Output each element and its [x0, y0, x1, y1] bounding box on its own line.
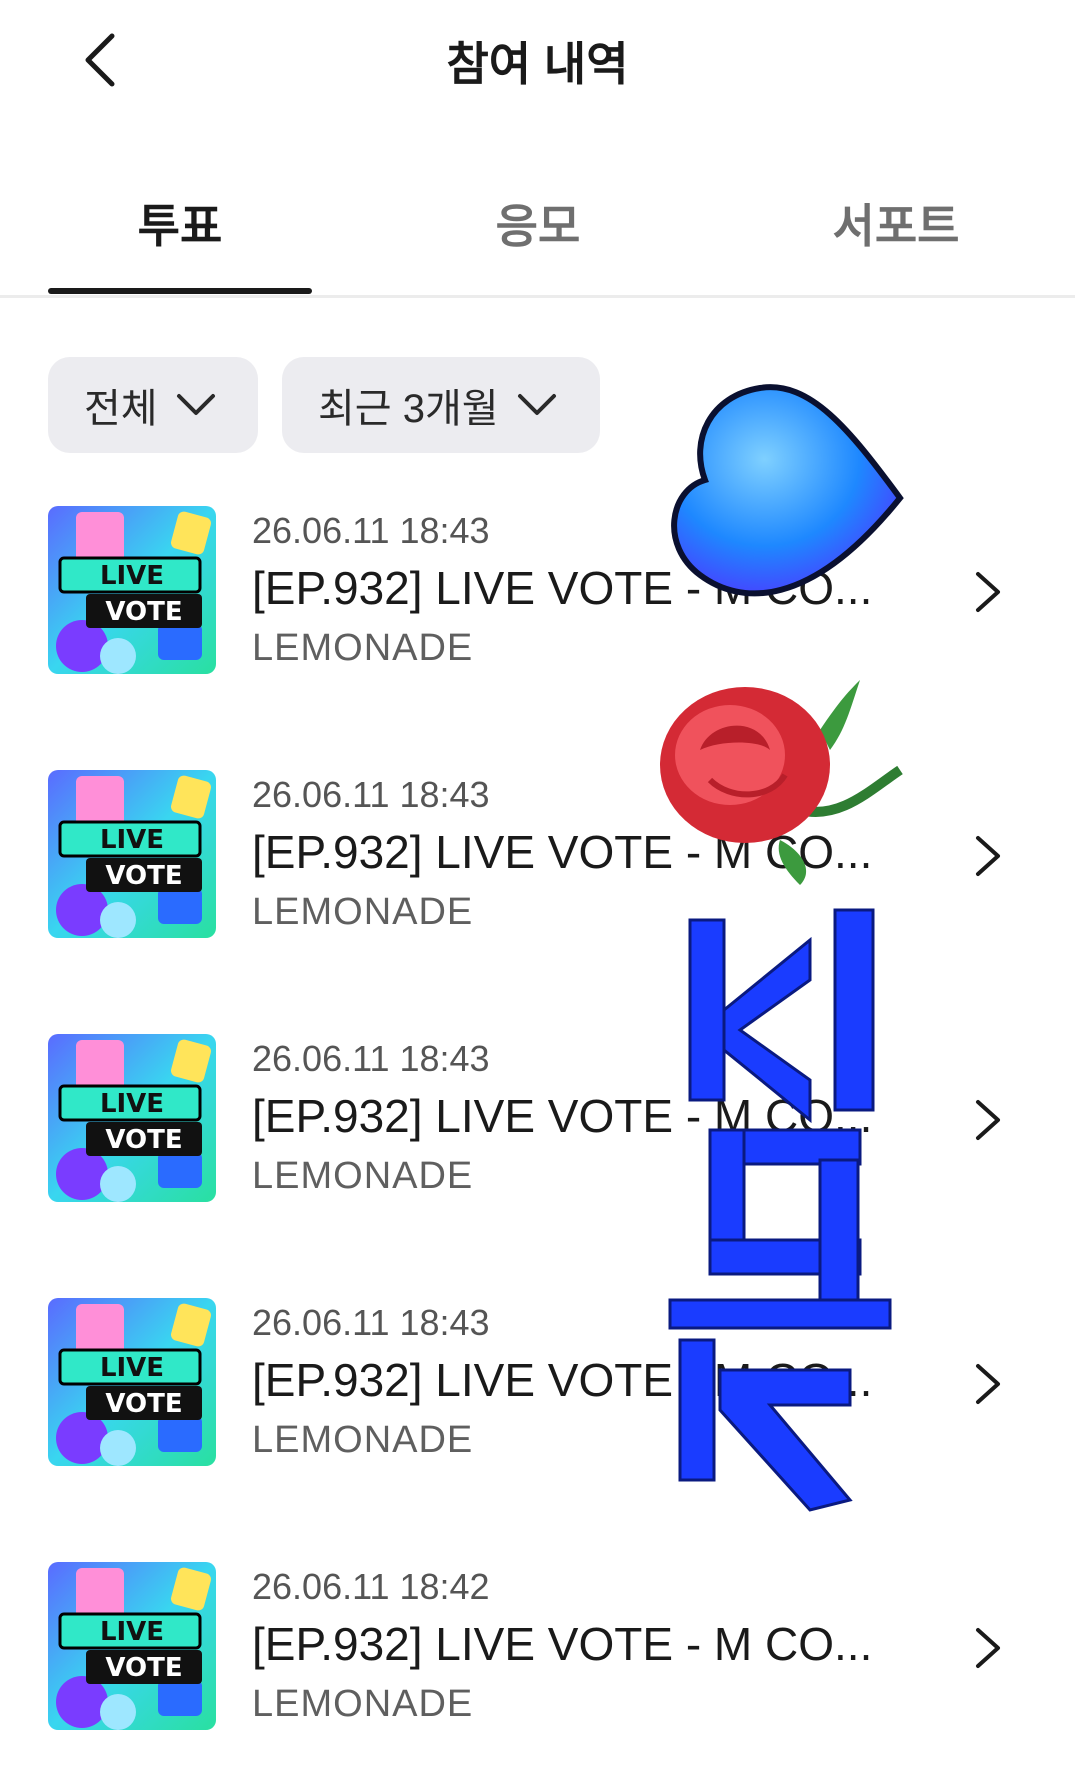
item-meta: 26.06.11 18:42 [EP.932] LIVE VOTE - M CO…: [252, 1562, 892, 1728]
svg-text:LIVE: LIVE: [100, 1089, 164, 1119]
item-artist: LEMONADE: [252, 627, 474, 669]
participation-history-screen: 참여 내역 투표 응모 서포트 전체 최근 3개월 LIVE VOTE 26.0…: [0, 0, 1075, 1792]
item-title: [EP.932] LIVE VOTE - M CO...: [252, 562, 873, 614]
tab-support[interactable]: 서포트: [716, 190, 1075, 256]
tab-bar: 투표 응모 서포트: [0, 180, 1075, 298]
svg-text:VOTE: VOTE: [105, 1125, 182, 1155]
list-item[interactable]: LIVE VOTE 26.06.11 18:43 [EP.932] LIVE V…: [0, 1034, 1075, 1298]
list-item[interactable]: LIVE VOTE 26.06.11 18:43 [EP.932] LIVE V…: [0, 506, 1075, 770]
vote-thumbnail: LIVE VOTE: [48, 770, 216, 938]
svg-text:VOTE: VOTE: [105, 1389, 182, 1419]
svg-text:LIVE: LIVE: [100, 1617, 164, 1647]
blue-handwriting-sticker: [668, 908, 892, 1512]
svg-text:LIVE: LIVE: [100, 825, 164, 855]
item-title: [EP.932] LIVE VOTE - M CO...: [252, 826, 873, 878]
tab-vote[interactable]: 투표: [0, 190, 360, 256]
vote-thumbnail: LIVE VOTE: [48, 1298, 216, 1466]
chevron-down-icon: [176, 394, 215, 415]
item-meta: 26.06.11 18:43 [EP.932] LIVE VOTE - M CO…: [252, 506, 892, 672]
vote-thumbnail: LIVE VOTE: [48, 1562, 216, 1730]
period-filter-label: 최근 3개월: [318, 387, 499, 431]
page-title: 참여 내역: [446, 38, 629, 90]
vote-history-list: LIVE VOTE 26.06.11 18:43 [EP.932] LIVE V…: [0, 506, 1075, 1792]
svg-text:VOTE: VOTE: [105, 861, 182, 891]
item-date: 26.06.11 18:43: [252, 510, 490, 551]
item-title: [EP.932] LIVE VOTE - M CO...: [252, 1618, 873, 1670]
period-filter-dropdown[interactable]: 최근 3개월: [282, 357, 600, 453]
category-filter-dropdown[interactable]: 전체: [48, 357, 258, 453]
list-item[interactable]: LIVE VOTE 26.06.11 18:43 [EP.932] LIVE V…: [0, 1298, 1075, 1562]
chevron-right-icon: [976, 1100, 1000, 1140]
category-filter-label: 전체: [84, 387, 158, 431]
chevron-down-icon: [517, 394, 556, 415]
item-date: 26.06.11 18:43: [252, 774, 490, 815]
chevron-right-icon: [976, 1364, 1000, 1404]
svg-text:VOTE: VOTE: [105, 597, 182, 627]
header: 참여 내역: [0, 0, 1075, 130]
chevron-right-icon: [976, 572, 1000, 612]
chevron-right-icon: [976, 836, 1000, 876]
vote-thumbnail: LIVE VOTE: [48, 1034, 216, 1202]
filter-bar: 전체 최근 3개월: [48, 357, 600, 453]
svg-text:LIVE: LIVE: [100, 561, 164, 591]
list-item[interactable]: LIVE VOTE 26.06.11 18:43 [EP.932] LIVE V…: [0, 770, 1075, 1034]
item-artist: LEMONADE: [252, 1683, 474, 1725]
tab-entry[interactable]: 응모: [358, 190, 718, 256]
item-date: 26.06.11 18:42: [252, 1566, 490, 1607]
svg-text:VOTE: VOTE: [105, 1653, 182, 1683]
svg-text:LIVE: LIVE: [100, 1353, 164, 1383]
chevron-right-icon: [976, 1628, 1000, 1668]
vote-thumbnail: LIVE VOTE: [48, 506, 216, 674]
active-tab-indicator: [48, 288, 312, 294]
list-item[interactable]: LIVE VOTE 26.06.11 18:42 [EP.932] LIVE V…: [0, 1562, 1075, 1792]
